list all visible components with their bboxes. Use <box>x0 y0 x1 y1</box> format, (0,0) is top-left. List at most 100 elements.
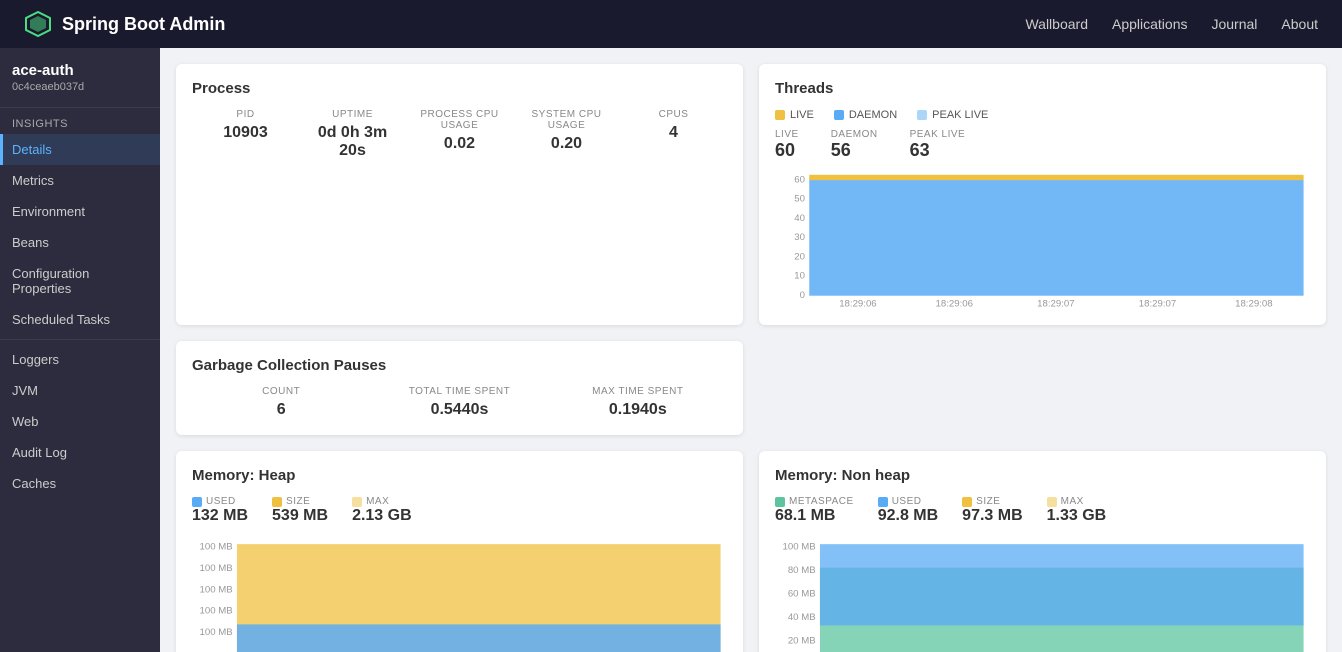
sidebar-item-loggers[interactable]: Loggers <box>0 344 160 375</box>
svg-text:20: 20 <box>794 251 805 262</box>
header: Spring Boot Admin Wallboard Applications… <box>0 0 1342 48</box>
gc-count-value: 6 <box>200 401 362 419</box>
nav-journal[interactable]: Journal <box>1211 16 1257 32</box>
sidebar-item-environment[interactable]: Environment <box>0 196 160 227</box>
sidebar-item-audit-log[interactable]: Audit Log <box>0 437 160 468</box>
svg-text:10: 10 <box>794 271 805 282</box>
threads-live-value-label: LIVE <box>775 129 799 140</box>
process-cpu-usage-value: 0.02 <box>414 135 505 153</box>
threads-card-title: Threads <box>775 80 1310 97</box>
nonheap-used-legend: USED 92.8 MB <box>878 496 938 525</box>
memory-heap-card: Memory: Heap USED 132 MB SIZE 539 MB <box>176 451 743 652</box>
gc-total-value: 0.5440s <box>378 401 540 419</box>
svg-text:20 MB: 20 MB <box>788 636 816 647</box>
threads-peak-label: PEAK LIVE <box>932 109 988 121</box>
threads-legend-daemon: DAEMON <box>834 109 897 121</box>
nonheap-used-label: USED <box>878 496 922 507</box>
memory-nonheap-chart: 100 MB 80 MB 60 MB 40 MB 20 MB 0 B 18:28… <box>775 533 1310 652</box>
process-system-cpu-label: SYSTEM CPU USAGE <box>521 109 612 131</box>
gc-count-col: COUNT 6 <box>192 386 370 419</box>
process-uptime-col: UPTIME 0d 0h 3m 20s <box>299 109 406 160</box>
sidebar-item-scheduled-tasks[interactable]: Scheduled Tasks <box>0 304 160 335</box>
sidebar-item-metrics[interactable]: Metrics <box>0 165 160 196</box>
threads-card: Threads LIVE DAEMON PEAK LIVE LIVE <box>759 64 1326 325</box>
process-system-cpu-value: 0.20 <box>521 135 612 153</box>
svg-text:18:29:07: 18:29:07 <box>1139 298 1176 309</box>
nonheap-max-label: MAX <box>1047 496 1084 507</box>
sidebar-item-configuration-properties[interactable]: Configuration Properties <box>0 258 160 304</box>
app-info: ace-auth 0c4ceaeb037d <box>0 48 160 108</box>
gc-max-col: MAX TIME SPENT 0.1940s <box>549 386 727 419</box>
sidebar-item-jvm[interactable]: JVM <box>0 375 160 406</box>
heap-used-dot <box>192 497 202 507</box>
nonheap-meta-label: METASPACE <box>775 496 854 507</box>
app-title: Spring Boot Admin <box>62 14 225 35</box>
heap-max-legend: MAX 2.13 GB <box>352 496 412 525</box>
threads-live-dot <box>775 110 785 120</box>
nonheap-size-dot <box>962 497 972 507</box>
svg-text:50: 50 <box>794 194 805 205</box>
svg-text:100 MB: 100 MB <box>199 606 232 617</box>
nonheap-size-label: SIZE <box>962 496 1000 507</box>
gc-card-title: Garbage Collection Pauses <box>192 357 727 374</box>
process-pid-label: PID <box>200 109 291 120</box>
threads-live-label: LIVE <box>790 109 814 121</box>
memory-nonheap-legend: METASPACE 68.1 MB USED 92.8 MB SIZE <box>775 496 1310 525</box>
nav-about[interactable]: About <box>1281 16 1318 32</box>
nonheap-max-value: 1.33 GB <box>1047 507 1107 525</box>
heap-size-legend: SIZE 539 MB <box>272 496 328 525</box>
process-uptime-value: 0d 0h 3m 20s <box>307 124 398 160</box>
heap-size-value: 539 MB <box>272 507 328 525</box>
svg-text:60 MB: 60 MB <box>788 589 816 600</box>
sidebar-divider <box>0 339 160 340</box>
svg-text:18:29:06: 18:29:06 <box>839 298 876 309</box>
process-cpus-value: 4 <box>628 124 719 142</box>
threads-legend-live: LIVE <box>775 109 814 121</box>
process-cpu-usage-label: PROCESS CPU USAGE <box>414 109 505 131</box>
header-nav: Wallboard Applications Journal About <box>1025 16 1318 32</box>
nonheap-meta-dot <box>775 497 785 507</box>
svg-text:18:29:07: 18:29:07 <box>1037 298 1074 309</box>
process-uptime-label: UPTIME <box>307 109 398 120</box>
process-system-cpu-col: SYSTEM CPU USAGE 0.20 <box>513 109 620 160</box>
process-card: Process PID 10903 UPTIME 0d 0h 3m 20s PR… <box>176 64 743 325</box>
process-pid-value: 10903 <box>200 124 291 142</box>
sidebar-item-caches[interactable]: Caches <box>0 468 160 499</box>
process-cpus-col: CPUS 4 <box>620 109 727 160</box>
heap-used-label: USED <box>192 496 236 507</box>
gc-max-value: 0.1940s <box>557 401 719 419</box>
threads-daemon-label: DAEMON <box>849 109 897 121</box>
memory-nonheap-title: Memory: Non heap <box>775 467 1310 484</box>
threads-legend-peak: PEAK LIVE <box>917 109 988 121</box>
heap-max-dot <box>352 497 362 507</box>
threads-live-value: 60 <box>775 140 799 161</box>
svg-text:100 MB: 100 MB <box>199 584 232 595</box>
svg-text:0: 0 <box>800 290 805 301</box>
nonheap-size-value: 97.3 MB <box>962 507 1022 525</box>
svg-text:80 MB: 80 MB <box>788 565 816 576</box>
app-id: 0c4ceaeb037d <box>12 81 148 93</box>
nav-applications[interactable]: Applications <box>1112 16 1188 32</box>
memory-heap-chart: 100 MB 100 MB 100 MB 100 MB 100 MB 0 B 1… <box>192 533 727 652</box>
svg-text:40 MB: 40 MB <box>788 612 816 623</box>
svg-text:100 MB: 100 MB <box>782 542 815 553</box>
nonheap-used-dot <box>878 497 888 507</box>
svg-text:30: 30 <box>794 232 805 243</box>
sidebar-item-beans[interactable]: Beans <box>0 227 160 258</box>
svg-text:100 MB: 100 MB <box>199 542 232 553</box>
heap-size-label: SIZE <box>272 496 310 507</box>
sidebar-item-details[interactable]: Details <box>0 134 160 165</box>
svg-text:60: 60 <box>794 174 805 185</box>
process-table: PID 10903 UPTIME 0d 0h 3m 20s PROCESS CP… <box>192 109 727 160</box>
nonheap-size-legend: SIZE 97.3 MB <box>962 496 1022 525</box>
memory-heap-title: Memory: Heap <box>192 467 727 484</box>
svg-text:100 MB: 100 MB <box>199 563 232 574</box>
app-logo-icon <box>24 10 52 38</box>
threads-daemon-value-label: DAEMON <box>831 129 878 140</box>
svg-text:18:29:08: 18:29:08 <box>1235 298 1272 309</box>
nav-wallboard[interactable]: Wallboard <box>1025 16 1088 32</box>
process-cpus-label: CPUS <box>628 109 719 120</box>
sidebar-item-web[interactable]: Web <box>0 406 160 437</box>
sidebar: ace-auth 0c4ceaeb037d Insights Details M… <box>0 48 160 652</box>
gc-count-label: COUNT <box>200 386 362 397</box>
